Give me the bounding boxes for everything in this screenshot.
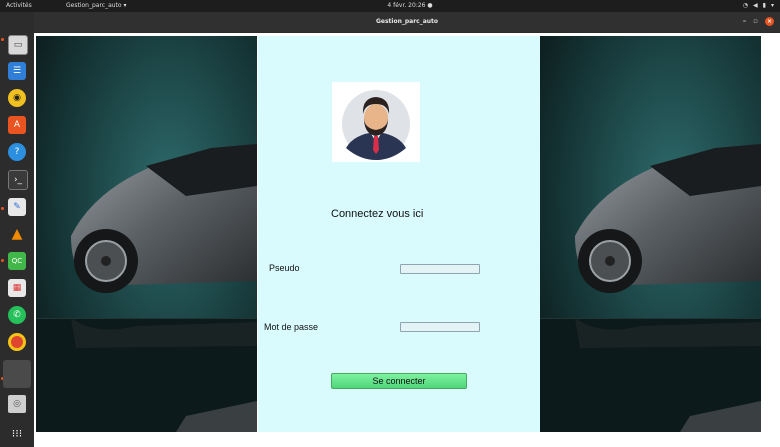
clock[interactable]: 4 févr. 20:26 ●: [360, 0, 460, 12]
close-button[interactable]: ×: [765, 17, 774, 26]
qt-creator-icon[interactable]: QC: [8, 252, 26, 270]
vlc-icon[interactable]: ▲: [8, 225, 26, 243]
window-controls: – ▫ ×: [743, 17, 774, 26]
window-title-bar[interactable]: Gestion_parc_auto – ▫ ×: [34, 12, 780, 32]
running-indicator: [1, 38, 4, 41]
window-content: Connectez vous ici Pseudo Mot de passe S…: [34, 33, 780, 447]
minimize-button[interactable]: –: [743, 17, 747, 26]
dock: ▭ ☰ ◉ A ? ›_ ✎ ▲ QC ▦ ✆ ◎ ⁝⁝⁝: [0, 12, 34, 447]
login-button[interactable]: Se connecter: [331, 373, 467, 389]
writer-icon[interactable]: ☰: [8, 62, 26, 80]
image-viewer-icon[interactable]: ▦: [8, 279, 26, 297]
rhythmbox-icon[interactable]: ◉: [8, 89, 26, 107]
window-title: Gestion_parc_auto: [375, 18, 439, 25]
help-icon[interactable]: ?: [8, 143, 26, 161]
system-top-bar: Activités Gestion_parc_auto ▾ 4 févr. 20…: [0, 0, 780, 12]
login-heading: Connectez vous ici: [331, 208, 424, 220]
trash-icon[interactable]: ◎: [8, 395, 26, 413]
username-label: Pseudo: [269, 263, 300, 273]
car-illustration: [36, 36, 257, 432]
running-indicator: [1, 207, 4, 210]
running-indicator: [1, 259, 4, 262]
car-image-right: [540, 36, 761, 432]
password-label: Mot de passe: [264, 322, 319, 332]
maximize-button[interactable]: ▫: [753, 17, 758, 26]
system-menu-icon[interactable]: ▾: [771, 0, 774, 12]
terminal-icon[interactable]: ›_: [8, 170, 28, 190]
login-form: Connectez vous ici Pseudo Mot de passe S…: [258, 36, 540, 432]
password-input[interactable]: [400, 322, 480, 332]
app-menu[interactable]: Gestion_parc_auto ▾: [66, 0, 127, 12]
car-illustration: [540, 36, 761, 432]
active-window-icon[interactable]: [3, 360, 31, 388]
car-image-left: [36, 36, 257, 432]
chrome-icon[interactable]: [8, 333, 26, 351]
avatar: [332, 82, 420, 162]
activities-button[interactable]: Activités: [6, 0, 32, 12]
system-tray[interactable]: ◔ ◀ ▮ ▾: [743, 0, 774, 12]
accessibility-icon[interactable]: ◔: [743, 0, 748, 12]
username-input[interactable]: [400, 264, 480, 274]
app-center-icon[interactable]: A: [8, 116, 26, 134]
whatsapp-icon[interactable]: ✆: [8, 306, 26, 324]
battery-icon[interactable]: ▮: [763, 0, 766, 12]
volume-icon[interactable]: ◀: [753, 0, 758, 12]
user-avatar-icon: [342, 90, 410, 160]
files-icon[interactable]: ▭: [8, 35, 28, 55]
show-apps-icon[interactable]: ⁝⁝⁝: [8, 424, 26, 442]
text-editor-icon[interactable]: ✎: [8, 198, 26, 216]
